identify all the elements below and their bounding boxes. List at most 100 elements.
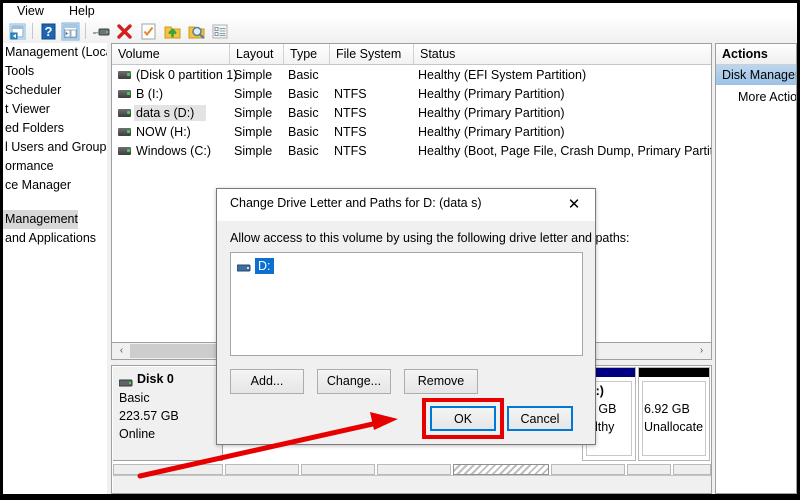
disk-icon bbox=[118, 377, 133, 391]
cell-status: Healthy (Boot, Page File, Crash Dump, Pr… bbox=[418, 144, 712, 158]
cell-volume: B (I:) bbox=[136, 87, 164, 101]
volume-disk-icon bbox=[118, 71, 131, 79]
column-header-type[interactable]: Type bbox=[284, 44, 330, 64]
volume-list-header: Volume Layout Type File System Status bbox=[112, 44, 711, 65]
column-header-layout[interactable]: Layout bbox=[230, 44, 284, 64]
disk-info-panel[interactable]: Disk 0 Basic 223.57 GB Online bbox=[113, 367, 223, 461]
cell-layout: Simple bbox=[234, 87, 273, 101]
cell-volume: Windows (C:) bbox=[136, 144, 212, 158]
show-list-icon[interactable] bbox=[211, 22, 230, 41]
disk-capacity: 223.57 GB bbox=[119, 409, 179, 423]
cell-file-system: NTFS bbox=[334, 106, 367, 120]
menu-item-help[interactable]: Help bbox=[69, 3, 95, 19]
drive-letter-list[interactable]: D: bbox=[230, 252, 583, 356]
tree-item-disk-management[interactable]: Management bbox=[3, 210, 78, 229]
cell-type: Basic bbox=[288, 106, 319, 120]
volume-disk-icon bbox=[118, 147, 131, 155]
cell-type: Basic bbox=[288, 87, 319, 101]
tree-item-task-scheduler[interactable]: Scheduler bbox=[3, 81, 61, 100]
cell-layout: Simple bbox=[234, 68, 273, 82]
actions-pane: Actions Disk Managem More Actio bbox=[715, 43, 797, 494]
svg-text:?: ? bbox=[45, 24, 53, 39]
console-tree-pane: Management (Local Tools Scheduler t View… bbox=[3, 43, 108, 494]
screenshot-root: View Help ? Management (Local Tools Sche… bbox=[0, 0, 800, 500]
menu-bar: View Help bbox=[3, 3, 797, 19]
cell-status: Healthy (Primary Partition) bbox=[418, 87, 565, 101]
actions-header: Actions bbox=[716, 44, 796, 65]
volume-disk-icon bbox=[118, 109, 131, 117]
dialog-title: Change Drive Letter and Paths for D: (da… bbox=[230, 196, 482, 210]
column-header-status[interactable]: Status bbox=[414, 44, 711, 64]
cell-layout: Simple bbox=[234, 144, 273, 158]
cell-volume: (Disk 0 partition 1) bbox=[136, 68, 238, 82]
back-icon[interactable] bbox=[8, 22, 27, 41]
ok-button-highlight-box bbox=[422, 398, 504, 439]
add-button[interactable]: Add... bbox=[230, 369, 304, 394]
cell-status: Healthy (Primary Partition) bbox=[418, 106, 565, 120]
table-row-selected[interactable]: data s (D:) Simple Basic NTFS Healthy (P… bbox=[112, 104, 711, 122]
disk-type: Basic bbox=[119, 391, 150, 405]
tree-item-event-viewer[interactable]: t Viewer bbox=[3, 100, 50, 119]
remove-button[interactable]: Remove bbox=[404, 369, 478, 394]
scroll-left-arrow-icon[interactable]: ‹ bbox=[113, 343, 130, 359]
cell-type: Basic bbox=[288, 125, 319, 139]
volume-disk-icon bbox=[118, 90, 131, 98]
tree-item-local-users-groups[interactable]: l Users and Groups bbox=[3, 138, 107, 157]
list-item-label: D: bbox=[255, 258, 274, 274]
export-list-icon[interactable] bbox=[163, 22, 182, 41]
drive-icon bbox=[236, 262, 251, 276]
cell-volume: NOW (H:) bbox=[136, 125, 191, 139]
legend-strip bbox=[113, 464, 223, 475]
scrollbar-thumb[interactable] bbox=[130, 344, 225, 358]
table-row[interactable]: B (I:) Simple Basic NTFS Healthy (Primar… bbox=[112, 85, 711, 103]
tree-item-shared-folders[interactable]: ed Folders bbox=[3, 119, 64, 138]
table-row[interactable]: NOW (H:) Simple Basic NTFS Healthy (Prim… bbox=[112, 123, 711, 141]
legend-strip bbox=[673, 464, 711, 475]
tree-item-performance[interactable]: ormance bbox=[3, 157, 54, 176]
change-button[interactable]: Change... bbox=[317, 369, 391, 394]
legend-strip bbox=[551, 464, 625, 475]
legend-strip bbox=[377, 464, 451, 475]
tree-item-device-manager[interactable]: ce Manager bbox=[3, 176, 71, 195]
change-drive-letter-dialog: Change Drive Letter and Paths for D: (da… bbox=[216, 188, 630, 445]
partition-size: 6.92 GB bbox=[644, 402, 690, 416]
partition-unallocated[interactable]: 6.92 GB Unallocate bbox=[638, 367, 710, 461]
cell-file-system: NTFS bbox=[334, 144, 367, 158]
partition-bar bbox=[639, 368, 709, 377]
cell-type: Basic bbox=[288, 144, 319, 158]
properties-icon[interactable] bbox=[139, 22, 158, 41]
disk-properties-icon[interactable] bbox=[92, 22, 111, 41]
column-header-volume[interactable]: Volume bbox=[112, 44, 230, 64]
toolbar: ? bbox=[3, 19, 797, 44]
column-header-file-system[interactable]: File System bbox=[330, 44, 414, 64]
help-icon[interactable]: ? bbox=[39, 22, 58, 41]
disk-view-footer bbox=[113, 475, 711, 493]
actions-item-disk-management[interactable]: Disk Managem bbox=[716, 65, 796, 85]
close-icon[interactable]: ✕ bbox=[553, 189, 595, 219]
cell-file-system: NTFS bbox=[334, 125, 367, 139]
table-row[interactable]: (Disk 0 partition 1) Simple Basic Health… bbox=[112, 66, 711, 84]
dialog-prompt: Allow access to this volume by using the… bbox=[230, 231, 630, 245]
legend-strip-selected bbox=[453, 464, 549, 475]
actions-item-more-actions[interactable]: More Actio bbox=[716, 87, 796, 107]
menu-item-view[interactable]: View bbox=[17, 3, 44, 19]
tree-item-system-tools[interactable]: Tools bbox=[3, 62, 34, 81]
disk-name: Disk 0 bbox=[137, 372, 174, 386]
cell-layout: Simple bbox=[234, 125, 273, 139]
tree-item-services-and-apps[interactable]: and Applications bbox=[3, 229, 96, 248]
cancel-button[interactable]: Cancel bbox=[507, 406, 573, 431]
tree-item-computer-management[interactable]: Management (Local bbox=[3, 43, 107, 62]
cell-volume: data s (D:) bbox=[136, 106, 195, 120]
table-row[interactable]: Windows (C:) Simple Basic NTFS Healthy (… bbox=[112, 142, 711, 160]
cell-layout: Simple bbox=[234, 106, 273, 120]
volume-disk-icon bbox=[118, 128, 131, 136]
rescan-disks-icon[interactable] bbox=[187, 22, 206, 41]
toolbar-separator-2 bbox=[85, 23, 86, 39]
show-console-tree-icon[interactable] bbox=[61, 22, 80, 41]
delete-icon[interactable] bbox=[115, 22, 134, 41]
dialog-title-bar: Change Drive Letter and Paths for D: (da… bbox=[217, 189, 595, 221]
window-frame-bottom bbox=[0, 494, 800, 500]
scroll-right-arrow-icon[interactable]: › bbox=[693, 343, 710, 359]
cell-file-system: NTFS bbox=[334, 87, 367, 101]
partition-inner bbox=[642, 381, 706, 456]
